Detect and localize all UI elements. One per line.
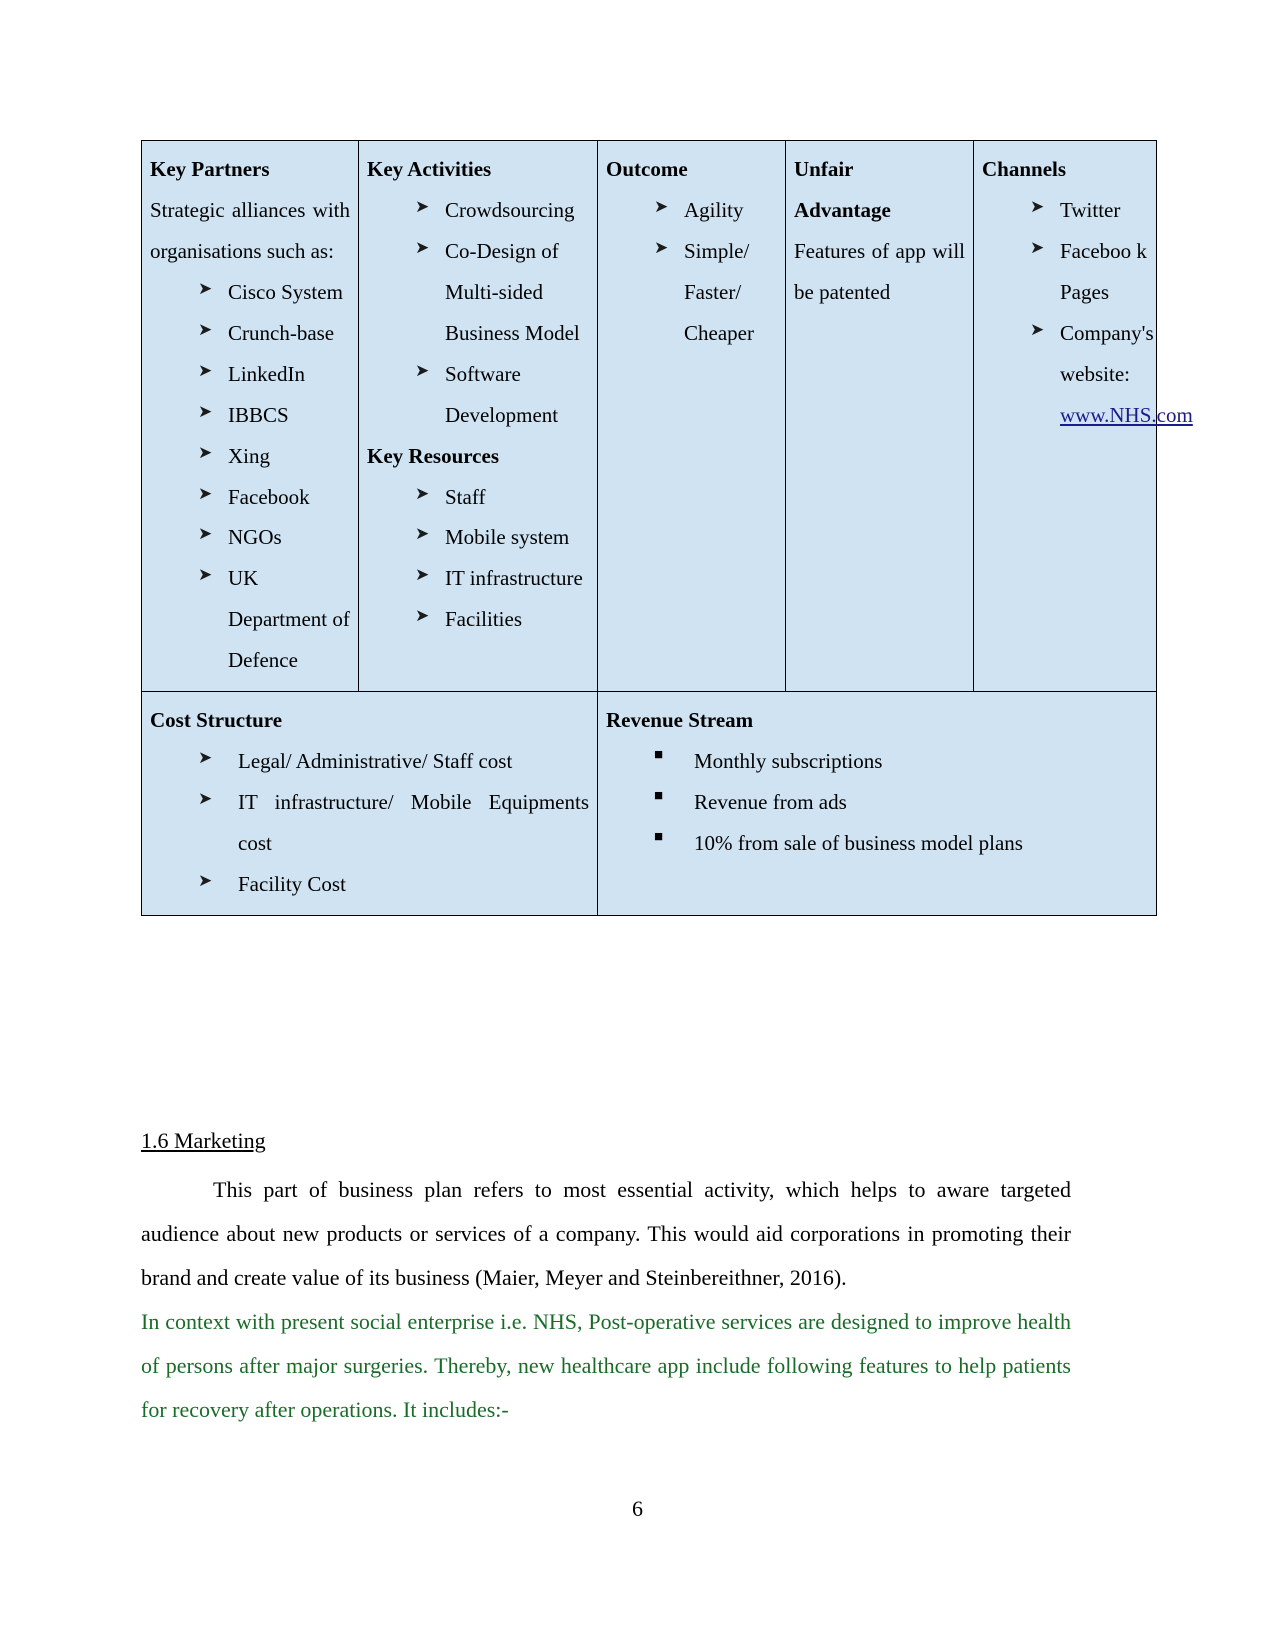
list-item: Co-Design of Multi-sided Business Model [415, 231, 589, 354]
unfair-advantage-body: Features of app will be patented [794, 238, 965, 304]
cell-revenue-stream: Revenue Stream Monthly subscriptions Rev… [597, 691, 1157, 916]
list-item: Software Development [415, 354, 589, 436]
revenue-stream-title: Revenue Stream [606, 708, 754, 733]
canvas-bottom-row: Cost Structure Legal/ Administrative/ St… [141, 691, 1157, 916]
key-resources-title: Key Resources [367, 443, 499, 468]
list-item: Faceboo k Pages [1030, 231, 1148, 313]
key-partners-intro: Strategic alliances with organisations s… [150, 197, 350, 263]
cell-key-partners: Key Partners Strategic alliances with or… [141, 139, 359, 693]
list-item: Revenue from ads [654, 782, 1148, 823]
list-item: UK Department of Defence [198, 558, 350, 681]
list-item: IT infrastructure/ Mobile Equipments cos… [198, 782, 589, 864]
paragraph-green: In context with present social enterpris… [141, 1309, 1071, 1422]
outcome-title: Outcome [606, 157, 688, 181]
list-item: Staff [415, 477, 589, 518]
list-item: Xing [198, 436, 350, 477]
list-item: NGOs [198, 517, 350, 558]
cell-key-activities: Key Activities Crowdsourcing Co-Design o… [358, 139, 598, 693]
key-resources-list: Staff Mobile system IT infrastructure Fa… [367, 477, 589, 641]
list-item: LinkedIn [198, 354, 350, 395]
body-text-block: This part of business plan refers to mos… [141, 1168, 1071, 1432]
list-item: IT infrastructure [415, 558, 589, 599]
list-item: Simple/ Faster/ Cheaper [654, 231, 777, 354]
business-model-canvas-table: Key Partners Strategic alliances with or… [141, 139, 1193, 916]
list-item: Cisco System [198, 272, 350, 313]
channels-title: Channels [982, 157, 1067, 181]
document-page: Key Partners Strategic alliances with or… [0, 0, 1275, 1650]
cost-structure-list: Legal/ Administrative/ Staff cost IT inf… [150, 741, 589, 905]
channels-website-link[interactable]: www.NHS.com [1060, 403, 1193, 427]
channels-list: Twitter Faceboo k Pages Company's websit… [982, 190, 1193, 436]
unfair-advantage-title-line2: Advantage [794, 197, 891, 222]
list-item: Monthly subscriptions [654, 741, 1148, 782]
list-item: Facility Cost [198, 864, 589, 905]
key-activities-title: Key Activities [367, 157, 492, 181]
outcome-list: Agility Simple/ Faster/ Cheaper [606, 190, 777, 354]
unfair-advantage-title-line1: Unfair [794, 157, 854, 181]
cell-cost-structure: Cost Structure Legal/ Administrative/ St… [141, 691, 598, 916]
cell-unfair-advantage: Unfair Advantage Features of app will be… [785, 139, 974, 693]
cell-channels: Channels Twitter Faceboo k Pages Company… [973, 139, 1193, 693]
list-item: Crunch-base [198, 313, 350, 354]
list-item: Legal/ Administrative/ Staff cost [198, 741, 589, 782]
list-item: Facebook [198, 477, 350, 518]
cell-outcome: Outcome Agility Simple/ Faster/ Cheaper [597, 139, 786, 693]
list-item-website: Company's website: www.NHS.com [1030, 313, 1193, 436]
paragraph-black: This part of business plan refers to mos… [141, 1177, 1071, 1290]
list-item: 10% from sale of business model plans [654, 823, 1148, 864]
revenue-stream-list: Monthly subscriptions Revenue from ads 1… [606, 741, 1148, 864]
key-activities-list: Crowdsourcing Co-Design of Multi-sided B… [367, 190, 589, 436]
cost-structure-title: Cost Structure [150, 708, 283, 733]
list-item: Twitter [1030, 190, 1148, 231]
canvas-top-row: Key Partners Strategic alliances with or… [141, 139, 1193, 693]
page-number: 6 [632, 1496, 643, 1521]
section-heading: 1.6 Marketing [141, 1128, 266, 1153]
channels-website-label: Company's website: [1060, 320, 1154, 386]
list-item: IBBCS [198, 395, 350, 436]
list-item: Crowdsourcing [415, 190, 589, 231]
list-item: Facilities [415, 599, 589, 640]
list-item: Mobile system [415, 517, 589, 558]
key-partners-title: Key Partners [150, 157, 270, 181]
list-item: Agility [654, 190, 777, 231]
key-partners-list: Cisco System Crunch-base LinkedIn IBBCS … [150, 272, 350, 681]
